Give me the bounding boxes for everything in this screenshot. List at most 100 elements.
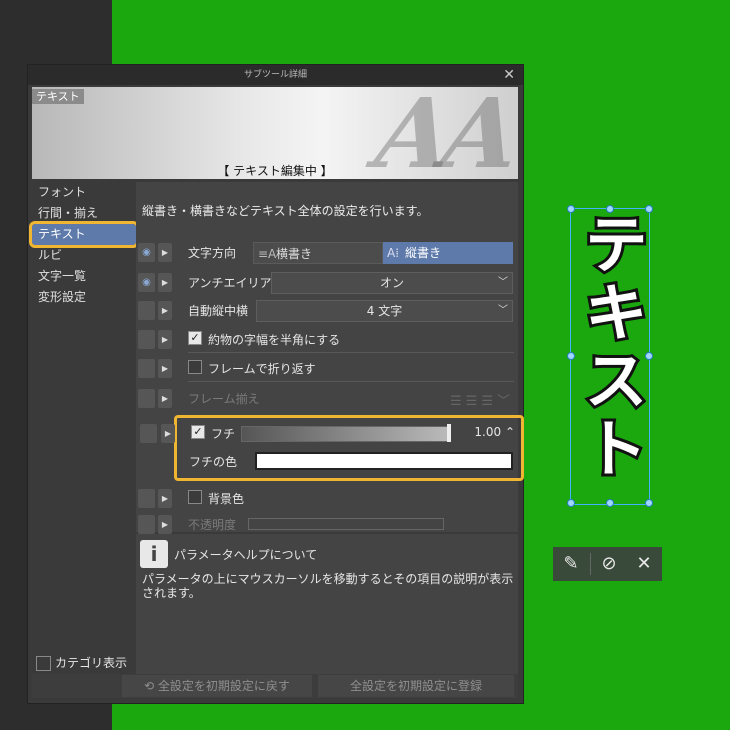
dialog-title: サブツール詳細 xyxy=(243,70,307,80)
eye-icon[interactable]: ◉ xyxy=(138,273,155,292)
expand-arrow-icon[interactable]: ▶ xyxy=(158,273,172,292)
chevron-down-icon: ﹀ xyxy=(498,277,508,288)
resize-handle[interactable] xyxy=(645,499,653,507)
auto-tcy-value: 4 文字 xyxy=(366,304,403,318)
category-transform[interactable]: 変形設定 xyxy=(32,287,136,308)
frame-align-label: フレーム揃え xyxy=(188,392,260,406)
row-halfwidth: ▶ ✓ 約物の字幅を半角にする xyxy=(136,327,518,353)
expand-arrow-icon[interactable]: ▶ xyxy=(158,301,172,320)
text-edit-toolbar: ✎ ⊘ ✕ xyxy=(553,547,662,581)
resize-handle[interactable] xyxy=(606,205,614,213)
canvas-text-frame[interactable]: テキスト xyxy=(570,208,650,505)
fuchi-slider-handle[interactable] xyxy=(447,424,451,442)
resize-handle[interactable] xyxy=(567,352,575,360)
row-auto-tcy: ▶ 自動縦中横 4 文字 ﹀ xyxy=(136,298,518,324)
row-frame-align: ▶ フレーム揃え ☰☰☰﹀ xyxy=(136,386,518,412)
expand-arrow-icon[interactable]: ▶ xyxy=(158,489,172,508)
eye-placeholder[interactable] xyxy=(138,389,155,408)
help-text: パラメータの上にマウスカーソルを移動するとその項目の説明が表示されます。 xyxy=(142,572,514,600)
eye-placeholder[interactable] xyxy=(138,330,155,349)
fuchi-value[interactable]: 1.00 ⌃ xyxy=(474,425,515,439)
reset-icon: ⟲ xyxy=(144,679,158,693)
eye-icon[interactable]: ◉ xyxy=(138,243,155,262)
opacity-label: 不透明度 xyxy=(188,518,237,532)
row-bg-color: ▶ 背景色 xyxy=(136,486,518,512)
opacity-slider[interactable] xyxy=(248,518,444,530)
subtool-detail-dialog: サブツール詳細 ✕ テキスト AA 【 テキスト編集中 】 フォント 行間・揃え… xyxy=(27,64,524,704)
expand-arrow-icon[interactable]: ▶ xyxy=(158,243,172,262)
fuchi-checkbox[interactable]: ✓ xyxy=(191,425,205,439)
expand-arrow-icon[interactable]: ▶ xyxy=(158,515,172,534)
fuchi-highlight-box: ▶ ✓ フチ 1.00 ⌃ フチの色 xyxy=(140,415,524,481)
row-antialias: ◉ ▶ アンチエイリアス オン ﹀ xyxy=(136,270,518,296)
cancel-icon[interactable]: ✕ xyxy=(626,547,662,581)
preview-tag: テキスト xyxy=(32,89,84,104)
canvas-vertical-text[interactable]: テキスト xyxy=(570,208,650,486)
confirm-icon[interactable]: ⊘ xyxy=(591,547,627,581)
preview-area: テキスト AA 【 テキスト編集中 】 xyxy=(32,87,518,179)
footer-bar: ⟲ 全設定を初期設定に戻す 全設定を初期設定に登録 xyxy=(32,674,518,698)
preview-status: 【 テキスト編集中 】 xyxy=(217,164,333,178)
category-line-spacing[interactable]: 行間・揃え xyxy=(32,203,136,224)
chevron-down-icon: ﹀ xyxy=(498,305,508,316)
fuchi-color-swatch[interactable] xyxy=(255,452,513,470)
settings-description: 縦書き・横書きなどテキスト全体の設定を行います。 xyxy=(142,204,429,218)
pen-icon[interactable]: ✎ xyxy=(553,547,589,581)
auto-tcy-label: 自動縦中横 xyxy=(188,304,249,318)
fuchi-label: フチ xyxy=(211,427,236,441)
eye-placeholder[interactable] xyxy=(138,359,155,378)
row-direction: ◉ ▶ 文字方向 ≡A 横書き A⁞ 縦書き xyxy=(136,240,518,266)
category-ruby[interactable]: ルビ xyxy=(32,245,136,266)
resize-handle[interactable] xyxy=(645,205,653,213)
vertical-label: 縦書き xyxy=(405,246,442,260)
row-wrap: ▶ フレームで折り返す xyxy=(136,356,518,382)
expand-arrow-icon[interactable]: ▶ xyxy=(158,330,172,349)
wrap-label: フレームで折り返す xyxy=(208,362,316,376)
halfwidth-checkbox[interactable]: ✓ xyxy=(188,331,202,345)
eye-placeholder[interactable] xyxy=(138,515,155,534)
category-show-label: カテゴリ表示 xyxy=(55,656,128,670)
resize-handle[interactable] xyxy=(645,352,653,360)
reset-defaults-button[interactable]: ⟲ 全設定を初期設定に戻す xyxy=(122,675,312,697)
help-panel: i パラメータヘルプについて パラメータの上にマウスカーソルを移動するとその項目… xyxy=(136,534,518,674)
register-label: 全設定を初期設定に登録 xyxy=(349,679,482,693)
antialias-label: アンチエイリアス xyxy=(188,276,284,290)
resize-handle[interactable] xyxy=(567,499,575,507)
category-show-toggle[interactable]: カテゴリ表示 xyxy=(36,654,127,671)
close-icon[interactable]: ✕ xyxy=(503,65,515,85)
expand-arrow-icon[interactable]: ▶ xyxy=(158,389,172,408)
help-title: パラメータヘルプについて xyxy=(174,548,318,562)
bg-color-checkbox[interactable] xyxy=(188,490,202,504)
info-icon: i xyxy=(140,540,168,568)
eye-placeholder[interactable] xyxy=(138,301,155,320)
horizontal-label: 横書き xyxy=(276,247,313,261)
category-font[interactable]: フォント xyxy=(32,182,136,203)
category-list: フォント 行間・揃え テキスト ルビ 文字一覧 変形設定 xyxy=(29,182,139,308)
row-fuchi-color: フチの色 xyxy=(177,449,521,475)
bg-color-label: 背景色 xyxy=(208,492,245,506)
vertical-text-icon: A⁞ xyxy=(387,246,400,260)
antialias-value: オン xyxy=(379,276,404,290)
horizontal-button[interactable]: ≡A 横書き xyxy=(253,242,383,264)
auto-tcy-dropdown[interactable]: 4 文字 ﹀ xyxy=(256,300,513,322)
fuchi-slider[interactable] xyxy=(241,426,451,442)
direction-label: 文字方向 xyxy=(188,246,237,260)
vertical-button[interactable]: A⁞ 縦書き xyxy=(383,242,513,264)
eye-placeholder[interactable] xyxy=(140,424,157,443)
resize-handle[interactable] xyxy=(606,499,614,507)
expand-arrow-icon[interactable]: ▶ xyxy=(161,424,175,443)
category-show-checkbox[interactable] xyxy=(36,656,51,671)
wrap-checkbox[interactable] xyxy=(188,360,202,374)
halfwidth-label: 約物の字幅を半角にする xyxy=(208,333,341,347)
align-icons: ☰☰☰﹀ xyxy=(450,394,514,409)
fuchi-color-label: フチの色 xyxy=(189,455,238,469)
resize-handle[interactable] xyxy=(567,205,575,213)
direction-segmented: ≡A 横書き A⁞ 縦書き xyxy=(253,242,513,264)
register-defaults-button[interactable]: 全設定を初期設定に登録 xyxy=(318,675,514,697)
expand-arrow-icon[interactable]: ▶ xyxy=(158,359,172,378)
category-char-list[interactable]: 文字一覧 xyxy=(32,266,136,287)
reset-label: 全設定を初期設定に戻す xyxy=(157,679,290,693)
category-text[interactable]: テキスト xyxy=(29,221,139,248)
eye-placeholder[interactable] xyxy=(138,489,155,508)
antialias-dropdown[interactable]: オン ﹀ xyxy=(271,272,513,294)
